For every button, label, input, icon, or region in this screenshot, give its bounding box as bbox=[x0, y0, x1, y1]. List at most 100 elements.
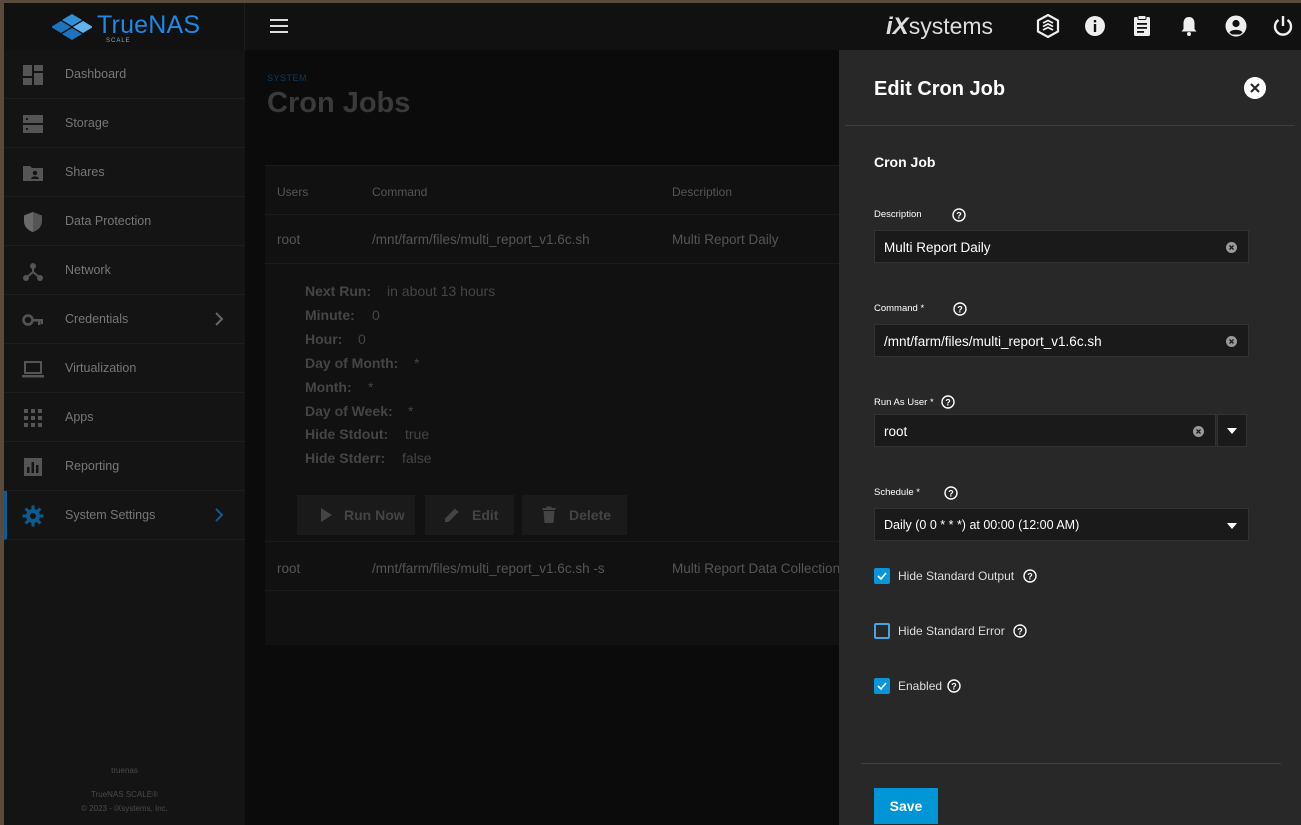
logo-area[interactable]: TrueNAS SCALE bbox=[4, 3, 245, 50]
chevron-right-icon bbox=[215, 508, 224, 522]
gear-icon bbox=[22, 505, 44, 527]
enabled-label[interactable]: Enabled bbox=[898, 679, 942, 693]
sidebar-item-shares[interactable]: Shares bbox=[4, 148, 245, 197]
caret-down-icon bbox=[1227, 523, 1237, 529]
detail-value: false bbox=[402, 450, 432, 466]
schedule-label: Schedule * bbox=[874, 487, 920, 498]
svg-text:?: ? bbox=[1017, 626, 1023, 636]
help-icon[interactable]: ? bbox=[944, 486, 958, 500]
sidebar-item-label: Storage bbox=[65, 116, 109, 130]
sidebar-item-virtualization[interactable]: Virtualization bbox=[4, 344, 245, 393]
sidebar-item-network[interactable]: Network bbox=[4, 246, 245, 295]
main-content: SYSTEM Cron Jobs Users Command Descripti… bbox=[245, 50, 845, 825]
edit-cron-job-panel: Edit Cron Job Cron Job Description ? Mul… bbox=[839, 50, 1301, 825]
row-command[interactable]: /mnt/farm/files/multi_report_v1.6c.sh bbox=[372, 232, 590, 247]
detail-key: Day of Week: bbox=[305, 403, 393, 419]
detail-value: * bbox=[368, 379, 374, 395]
run-as-user-label: Run As User * bbox=[874, 397, 934, 408]
run-now-button[interactable]: Run Now bbox=[297, 495, 415, 535]
row-description[interactable]: Multi Report Data Collection bbox=[672, 561, 840, 576]
sidebar-item-system-settings[interactable]: System Settings bbox=[4, 491, 245, 540]
hide-stderr-label[interactable]: Hide Standard Error bbox=[898, 624, 1005, 638]
save-button[interactable]: Save bbox=[874, 788, 938, 824]
enabled-checkbox[interactable] bbox=[874, 678, 890, 694]
caret-down-icon bbox=[1227, 428, 1237, 434]
key-icon bbox=[22, 314, 43, 326]
section-heading: Cron Job bbox=[874, 154, 936, 170]
delete-button[interactable]: Delete bbox=[522, 495, 627, 535]
schedule-value: Daily (0 0 * * *) at 00:00 (12:00 AM) bbox=[884, 518, 1080, 532]
edit-label: Edit bbox=[472, 507, 499, 523]
help-icon[interactable]: ? bbox=[947, 679, 961, 693]
detail-value: 0 bbox=[358, 331, 366, 347]
menu-icon[interactable] bbox=[268, 16, 290, 36]
delete-label: Delete bbox=[569, 507, 612, 523]
column-header-command[interactable]: Command bbox=[372, 185, 427, 199]
sidebar-item-label: Reporting bbox=[65, 459, 120, 473]
column-header-description[interactable]: Description bbox=[672, 185, 732, 199]
truecommand-icon[interactable] bbox=[1036, 14, 1060, 38]
hide-stdout-label[interactable]: Hide Standard Output bbox=[898, 569, 1014, 583]
svg-text:?: ? bbox=[957, 304, 963, 314]
row-description[interactable]: Multi Report Daily bbox=[672, 232, 779, 247]
run-as-user-input[interactable]: root bbox=[874, 414, 1216, 447]
svg-text:?: ? bbox=[951, 681, 957, 691]
schedule-select[interactable]: Daily (0 0 * * *) at 00:00 (12:00 AM) bbox=[874, 508, 1249, 541]
run-as-user-value: root bbox=[884, 424, 908, 439]
description-input[interactable]: Multi Report Daily bbox=[874, 230, 1249, 263]
divider bbox=[861, 763, 1281, 764]
help-icon[interactable]: ? bbox=[1023, 569, 1037, 583]
help-icon[interactable]: ? bbox=[952, 208, 966, 222]
clipboard-icon[interactable] bbox=[1130, 14, 1154, 38]
sidebar-item-credentials[interactable]: Credentials bbox=[4, 295, 245, 344]
row-user[interactable]: root bbox=[277, 561, 300, 576]
divider bbox=[845, 125, 1295, 126]
detail-key: Hide Stderr: bbox=[305, 450, 386, 466]
sidebar-item-label: Shares bbox=[65, 165, 105, 179]
detail-key: Next Run: bbox=[305, 283, 372, 299]
ixsystems-logo: iXsystems bbox=[886, 13, 993, 41]
edit-button[interactable]: Edit bbox=[425, 495, 514, 535]
clear-icon[interactable] bbox=[1226, 242, 1237, 253]
description-value: Multi Report Daily bbox=[884, 240, 991, 255]
account-icon[interactable] bbox=[1224, 14, 1248, 38]
sidebar-item-label: Credentials bbox=[65, 312, 129, 326]
run-as-user-dropdown-button[interactable] bbox=[1217, 414, 1247, 447]
pencil-icon bbox=[445, 508, 459, 522]
clear-icon[interactable] bbox=[1193, 426, 1204, 437]
network-icon bbox=[23, 263, 43, 281]
apps-grid-icon bbox=[24, 409, 42, 427]
panel-title: Edit Cron Job bbox=[874, 78, 1006, 100]
run-now-label: Run Now bbox=[344, 507, 405, 523]
detail-key: Day of Month: bbox=[305, 355, 399, 371]
hide-stdout-checkbox[interactable] bbox=[874, 568, 890, 584]
bell-icon[interactable] bbox=[1177, 14, 1201, 38]
detail-value: * bbox=[414, 355, 420, 371]
row-user[interactable]: root bbox=[277, 232, 300, 247]
power-icon[interactable] bbox=[1271, 14, 1295, 38]
breadcrumb[interactable]: SYSTEM bbox=[267, 73, 307, 83]
help-icon[interactable]: ? bbox=[953, 302, 967, 316]
column-header-users[interactable]: Users bbox=[277, 185, 308, 199]
sidebar-item-reporting[interactable]: Reporting bbox=[4, 442, 245, 491]
sidebar-item-data-protection[interactable]: Data Protection bbox=[4, 197, 245, 246]
divider bbox=[265, 590, 845, 591]
close-icon[interactable] bbox=[1244, 77, 1266, 99]
sidebar-item-storage[interactable]: Storage bbox=[4, 99, 245, 148]
divider bbox=[265, 263, 845, 264]
sidebar-item-dashboard[interactable]: Dashboard bbox=[4, 50, 245, 99]
footer-hostname: truenas bbox=[111, 766, 138, 775]
help-icon[interactable]: ? bbox=[1013, 624, 1027, 638]
svg-text:?: ? bbox=[956, 210, 962, 220]
detail-key: Minute: bbox=[305, 307, 355, 323]
info-icon[interactable] bbox=[1083, 14, 1107, 38]
help-icon[interactable]: ? bbox=[941, 395, 955, 409]
row-command[interactable]: /mnt/farm/files/multi_report_v1.6c.sh -s bbox=[372, 561, 605, 576]
clear-icon[interactable] bbox=[1226, 336, 1237, 347]
chart-icon bbox=[24, 458, 42, 476]
play-icon bbox=[321, 508, 332, 522]
command-input[interactable]: /mnt/farm/files/multi_report_v1.6c.sh bbox=[874, 324, 1249, 357]
hide-stderr-checkbox[interactable] bbox=[874, 623, 890, 639]
ix-mark: iX bbox=[886, 13, 909, 40]
sidebar-item-apps[interactable]: Apps bbox=[4, 393, 245, 442]
